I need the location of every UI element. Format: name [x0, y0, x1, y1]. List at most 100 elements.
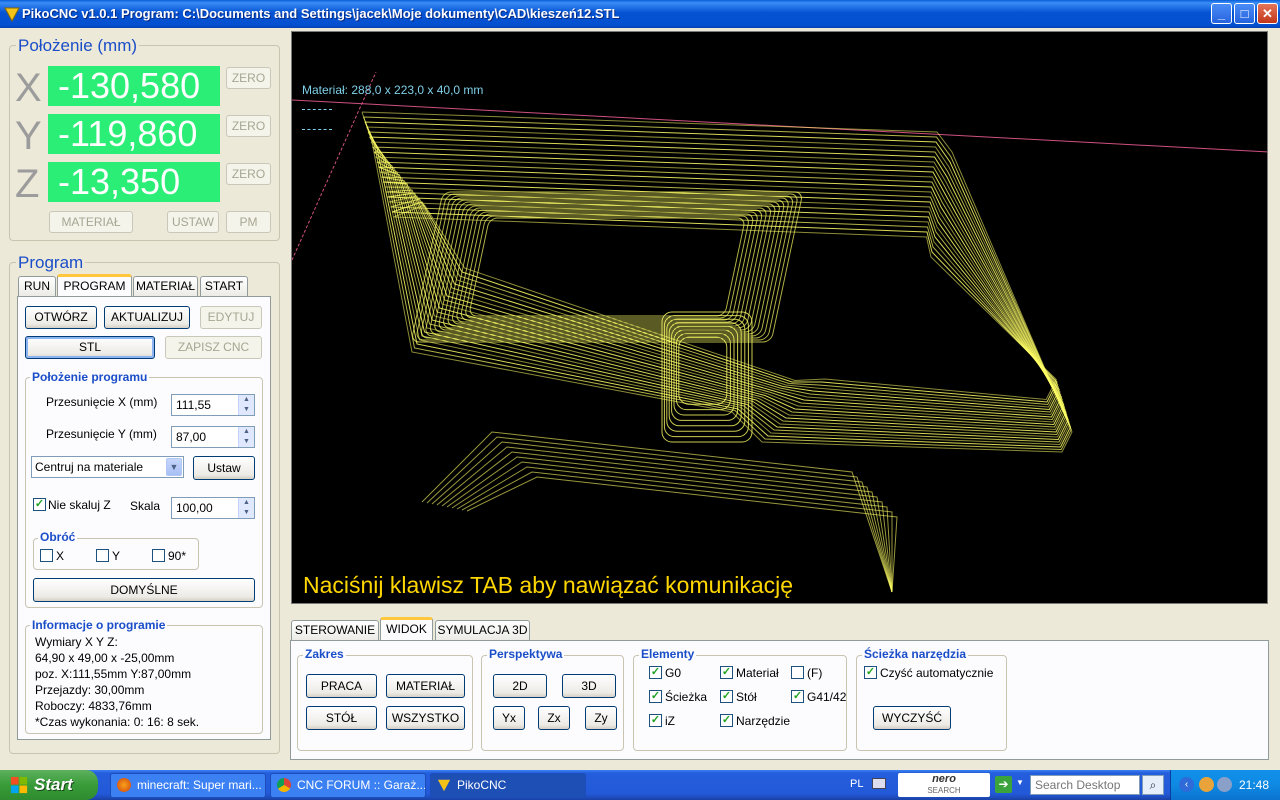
auto-clear-checkbox[interactable]: ✓	[864, 666, 877, 679]
element-label: iZ	[665, 714, 675, 728]
legend-dash	[302, 109, 332, 110]
material-button[interactable]: MATERIAŁ	[49, 211, 133, 233]
range-title: Zakres	[303, 647, 346, 661]
rotate-y-checkbox[interactable]	[96, 549, 109, 562]
offset-x-label: Przesunięcie X (mm)	[46, 395, 158, 409]
clock[interactable]: 21:48	[1239, 778, 1269, 792]
view-zx-button[interactable]: Zx	[538, 706, 570, 730]
close-button[interactable]: ✕	[1257, 3, 1278, 24]
element-checkbox[interactable]: ✓	[649, 690, 662, 703]
tab-run[interactable]: RUN	[18, 276, 56, 296]
view-zy-button[interactable]: Zy	[585, 706, 617, 730]
toolpath-contour	[388, 195, 1060, 408]
spin-down-icon[interactable]: ▼	[239, 508, 254, 518]
spin-up-icon[interactable]: ▲	[239, 395, 254, 405]
center-mode-select[interactable]: Centruj na materiale ▼	[31, 456, 184, 478]
tab-view[interactable]: WIDOK	[380, 617, 433, 640]
scale-spinner[interactable]: 100,00 ▲ ▼	[171, 497, 255, 519]
program-title: Program	[16, 253, 86, 273]
toolpath-drawing	[292, 71, 1267, 593]
spin-down-icon[interactable]: ▼	[239, 437, 254, 447]
save-cnc-button[interactable]: ZAPISZ CNC	[165, 336, 262, 359]
tray-network-icon[interactable]	[1217, 777, 1232, 792]
stl-button[interactable]: STL	[25, 336, 155, 359]
range-all-button[interactable]: WSZYSTKO	[386, 706, 465, 730]
zero-y-button[interactable]: ZERO	[226, 115, 271, 137]
pikocnc-app-icon	[4, 7, 20, 22]
element-checkbox[interactable]: ✓	[720, 714, 733, 727]
element-checkbox[interactable]: ✓	[649, 666, 662, 679]
range-table-button[interactable]: STÓŁ	[306, 706, 377, 730]
tab-program[interactable]: PROGRAM	[57, 274, 132, 297]
scale-label: Skala	[130, 499, 161, 513]
defaults-button[interactable]: DOMYŚLNE	[33, 578, 255, 602]
set-position-button[interactable]: USTAW	[167, 211, 219, 233]
view-yx-button[interactable]: Yx	[493, 706, 525, 730]
taskbar-item-chrome[interactable]: CNC FORUM :: Garaż...	[270, 773, 426, 798]
program-info-title: Informacje o programie	[30, 618, 168, 632]
spin-down-icon[interactable]: ▼	[239, 405, 254, 415]
element-checkbox[interactable]	[791, 666, 804, 679]
nero-search-logo[interactable]: nero SEARCH	[898, 773, 990, 797]
toolpath-contour	[391, 201, 1058, 403]
minimize-button[interactable]: _	[1211, 3, 1232, 24]
toolpath-title: Ścieżka narzędzia	[862, 647, 969, 661]
apply-placement-button[interactable]: Ustaw	[193, 456, 255, 480]
desktop-search-input[interactable]: Search Desktop	[1030, 775, 1140, 795]
clear-path-button[interactable]: WYCZYŚĆ	[873, 706, 951, 730]
maximize-button[interactable]: □	[1234, 3, 1255, 24]
toolpath-contour	[370, 141, 1069, 438]
range-group	[297, 655, 473, 751]
zero-x-button[interactable]: ZERO	[226, 67, 271, 89]
view-3d-button[interactable]: 3D	[562, 674, 616, 698]
rotate-x-checkbox[interactable]	[40, 549, 53, 562]
offset-x-spinner[interactable]: 111,55 ▲ ▼	[171, 394, 255, 416]
chevron-down-icon[interactable]: ▼	[166, 458, 182, 476]
element-checkbox[interactable]: ✓	[649, 714, 662, 727]
dropdown-arrow-icon[interactable]: ▼	[1016, 778, 1024, 787]
tab-simulation-3d[interactable]: SYMULACJA 3D	[435, 620, 530, 640]
edit-button[interactable]: EDYTUJ	[200, 306, 262, 329]
element-checkbox[interactable]: ✓	[791, 690, 804, 703]
search-icon[interactable]: ⌕	[1142, 775, 1164, 795]
range-material-button[interactable]: MATERIAŁ	[386, 674, 465, 698]
element-label: G0	[665, 666, 682, 680]
toolpath-contour	[363, 116, 1072, 451]
keyboard-icon[interactable]	[872, 778, 886, 789]
go-arrow-icon[interactable]: ➔	[995, 776, 1012, 793]
start-button[interactable]: Start	[0, 770, 98, 800]
update-button[interactable]: AKTUALIZUJ	[104, 306, 190, 329]
taskbar-item-firefox[interactable]: minecraft: Super mari...	[110, 773, 266, 798]
rotate-title: Obróć	[38, 530, 78, 544]
taskbar-item-pikocnc[interactable]: PikoCNC	[430, 773, 586, 798]
spin-up-icon[interactable]: ▲	[239, 498, 254, 508]
windows-flag-icon	[10, 776, 28, 794]
view-2d-button[interactable]: 2D	[493, 674, 547, 698]
rotate-90-checkbox[interactable]	[152, 549, 165, 562]
no-scale-z-checkbox[interactable]: ✓	[33, 498, 46, 511]
tab-control[interactable]: STEROWANIE	[291, 620, 379, 640]
element-label: Materiał	[736, 666, 779, 680]
element-label: Narzędzie	[736, 714, 791, 728]
element-checkbox[interactable]: ✓	[720, 666, 733, 679]
info-line: Wymiary X Y Z:	[35, 635, 118, 649]
range-work-button[interactable]: PRACA	[306, 674, 377, 698]
scale-value: 100,00	[176, 501, 213, 515]
pm-button[interactable]: PM	[226, 211, 271, 233]
element-label: Ścieżka	[665, 690, 708, 704]
zero-z-button[interactable]: ZERO	[226, 163, 271, 185]
pikocnc-icon	[437, 779, 451, 792]
toolpath-contour	[421, 431, 893, 593]
open-button[interactable]: OTWÓRZ	[25, 306, 97, 329]
offset-y-label: Przesunięcie Y (mm)	[46, 427, 157, 441]
tray-arrow-icon[interactable]: ‹	[1179, 777, 1194, 792]
tray-app-icon[interactable]	[1199, 777, 1214, 792]
tab-material[interactable]: MATERIAŁ	[133, 276, 198, 296]
language-indicator[interactable]: PL	[850, 778, 863, 790]
element-checkbox[interactable]: ✓	[720, 690, 733, 703]
tab-start[interactable]: START	[200, 276, 248, 296]
spin-up-icon[interactable]: ▲	[239, 427, 254, 437]
offset-y-spinner[interactable]: 87,00 ▲ ▼	[171, 426, 255, 448]
toolpath-viewport[interactable]: Materiał: 288,0 x 223,0 x 40,0 mm Naciśn…	[291, 31, 1268, 604]
position-title: Położenie (mm)	[16, 36, 140, 56]
